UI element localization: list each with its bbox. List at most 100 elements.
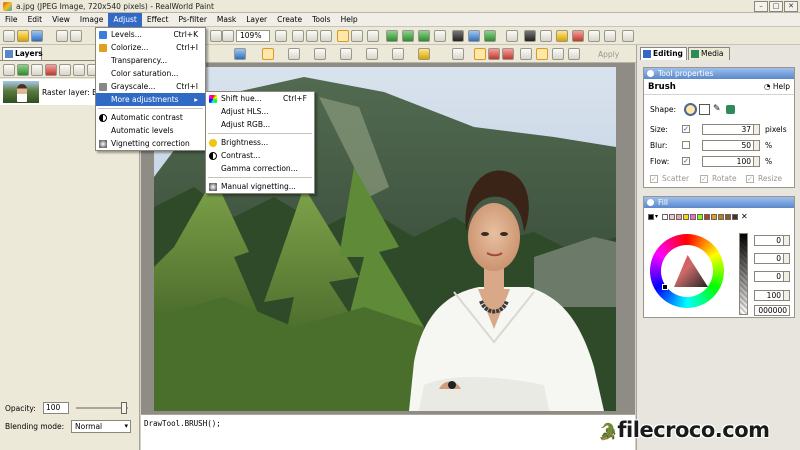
mask-channel-icon[interactable] xyxy=(502,48,514,60)
swatch[interactable] xyxy=(697,214,703,220)
blue-spinner[interactable] xyxy=(784,271,790,282)
red-spinner[interactable] xyxy=(784,235,790,246)
minimize-button[interactable]: – xyxy=(754,1,768,12)
menu-item-colorize[interactable]: Colorize... Ctrl+I xyxy=(96,41,205,54)
swatch[interactable] xyxy=(683,214,689,220)
menu-layer[interactable]: Layer xyxy=(241,13,272,27)
gradient-tool-icon[interactable] xyxy=(418,48,430,60)
tool-properties-header[interactable]: Tool properties xyxy=(644,68,794,79)
menu-view[interactable]: View xyxy=(47,13,75,27)
filter-icon[interactable] xyxy=(588,30,600,42)
menu-edit[interactable]: Edit xyxy=(23,13,48,27)
line-tool-icon[interactable] xyxy=(288,48,300,60)
swatch-close-icon[interactable]: ✕ xyxy=(741,213,749,221)
menu-ps-filter[interactable]: Ps-filter xyxy=(173,13,211,27)
zoom-in-icon[interactable] xyxy=(210,30,222,42)
tab-editing[interactable]: Editing xyxy=(640,47,687,60)
color-picker-marker[interactable] xyxy=(662,284,668,290)
flow-spinner[interactable] xyxy=(754,155,760,167)
swatch[interactable] xyxy=(648,214,654,220)
fit-window-icon[interactable] xyxy=(275,30,287,42)
pen-tool-icon[interactable] xyxy=(520,48,532,60)
sun-icon[interactable] xyxy=(556,30,568,42)
swatch[interactable] xyxy=(690,214,696,220)
pen-shape-icon[interactable]: ✎ xyxy=(713,103,721,115)
custom-shape-icon[interactable] xyxy=(725,104,735,114)
menu-create[interactable]: Create xyxy=(272,13,307,27)
swatch[interactable] xyxy=(676,214,682,220)
view-mode-icon[interactable] xyxy=(337,30,349,42)
layer-delete-icon[interactable] xyxy=(45,64,57,76)
open-folder-icon[interactable] xyxy=(17,30,29,42)
menu-item-transparency[interactable]: Transparency... xyxy=(96,54,205,67)
rotate-checkbox[interactable]: ✓ xyxy=(700,174,708,183)
alpha-value-input[interactable]: 100 xyxy=(754,290,784,301)
layer-up-icon[interactable] xyxy=(73,64,85,76)
tab-layers[interactable]: Layers xyxy=(2,47,43,60)
color-triangle[interactable] xyxy=(674,255,708,287)
menu-item-levels[interactable]: Levels... Ctrl+K xyxy=(96,28,205,41)
menu-adjust[interactable]: Adjust xyxy=(108,12,142,27)
fill-tool-icon[interactable] xyxy=(392,48,404,60)
blur-checkbox[interactable] xyxy=(682,141,690,149)
menu-item-manual-vignetting[interactable]: Manual vignetting... xyxy=(206,180,314,193)
select-tool-icon[interactable] xyxy=(552,48,564,60)
maximize-button[interactable]: □ xyxy=(769,1,783,12)
fire-icon[interactable] xyxy=(572,30,584,42)
eraser-tool-icon[interactable] xyxy=(366,48,378,60)
flow-checkbox[interactable]: ✓ xyxy=(682,157,690,165)
close-button[interactable]: ✕ xyxy=(784,1,798,12)
size-checkbox[interactable]: ✓ xyxy=(682,125,690,133)
rotate-icon[interactable] xyxy=(306,30,318,42)
help-icon[interactable] xyxy=(622,30,634,42)
line-draw-icon[interactable] xyxy=(536,48,548,60)
alpha-slider[interactable] xyxy=(739,233,748,315)
tab-media[interactable]: Media xyxy=(688,47,730,60)
script-console[interactable]: DrawTool.BRUSH(); xyxy=(141,414,635,450)
opacity-input[interactable]: 100 xyxy=(43,402,69,414)
size-input[interactable]: 37 xyxy=(702,123,754,135)
flow-input[interactable]: 100 xyxy=(702,155,754,167)
layer-shape-icon[interactable] xyxy=(31,64,43,76)
transform-icon[interactable] xyxy=(367,30,379,42)
blend-mode-select[interactable]: Normal ▾ xyxy=(71,419,131,433)
contrast-toggle-icon[interactable] xyxy=(540,30,552,42)
swatch[interactable] xyxy=(718,214,724,220)
dark-icon[interactable] xyxy=(452,30,464,42)
dots-icon[interactable] xyxy=(604,30,616,42)
actual-size-icon[interactable] xyxy=(292,30,304,42)
apply-button[interactable]: Apply xyxy=(586,48,619,61)
brush-tool-icon[interactable] xyxy=(262,48,274,60)
swatch[interactable] xyxy=(711,214,717,220)
zoom-out-icon[interactable] xyxy=(222,30,234,42)
square-shape-button[interactable] xyxy=(699,103,710,115)
menu-item-brightness[interactable]: Brightness... xyxy=(206,136,314,149)
undo-icon[interactable] xyxy=(56,30,68,42)
swatch-menu-icon[interactable]: ▾ xyxy=(655,214,661,220)
curve-tool-icon[interactable] xyxy=(340,48,352,60)
menu-item-automatic-levels[interactable]: Automatic levels xyxy=(96,124,205,137)
hex-value-input[interactable]: 000000 xyxy=(754,305,790,316)
menu-item-grayscale[interactable]: Grayscale... Ctrl+I xyxy=(96,80,205,93)
text-tool-icon[interactable] xyxy=(234,48,246,60)
zoom-level-field[interactable]: 109% xyxy=(236,30,270,42)
new-layer-icon[interactable] xyxy=(3,64,15,76)
menu-item-gamma-correction[interactable]: Gamma correction... xyxy=(206,162,314,175)
menu-item-vignetting-correction[interactable]: Vignetting correction xyxy=(96,137,205,150)
blur-spinner[interactable] xyxy=(754,139,760,151)
swatch[interactable] xyxy=(732,214,738,220)
swatch[interactable] xyxy=(669,214,675,220)
new-file-icon[interactable] xyxy=(3,30,15,42)
layer-image-icon[interactable] xyxy=(402,30,414,42)
menu-item-automatic-contrast[interactable]: Automatic contrast xyxy=(96,111,205,124)
red-channel-icon[interactable] xyxy=(488,48,500,60)
round-shape-button[interactable] xyxy=(684,102,697,116)
redo-icon[interactable] xyxy=(70,30,82,42)
monitor-icon[interactable] xyxy=(434,30,446,42)
layer-tree-icon[interactable] xyxy=(17,64,29,76)
menu-item-adjust-hls[interactable]: Adjust HLS... xyxy=(206,105,314,118)
landscape-icon[interactable] xyxy=(418,30,430,42)
fill-header[interactable]: Fill xyxy=(644,197,794,208)
menu-item-contrast[interactable]: Contrast... xyxy=(206,149,314,162)
swatch[interactable] xyxy=(704,214,710,220)
